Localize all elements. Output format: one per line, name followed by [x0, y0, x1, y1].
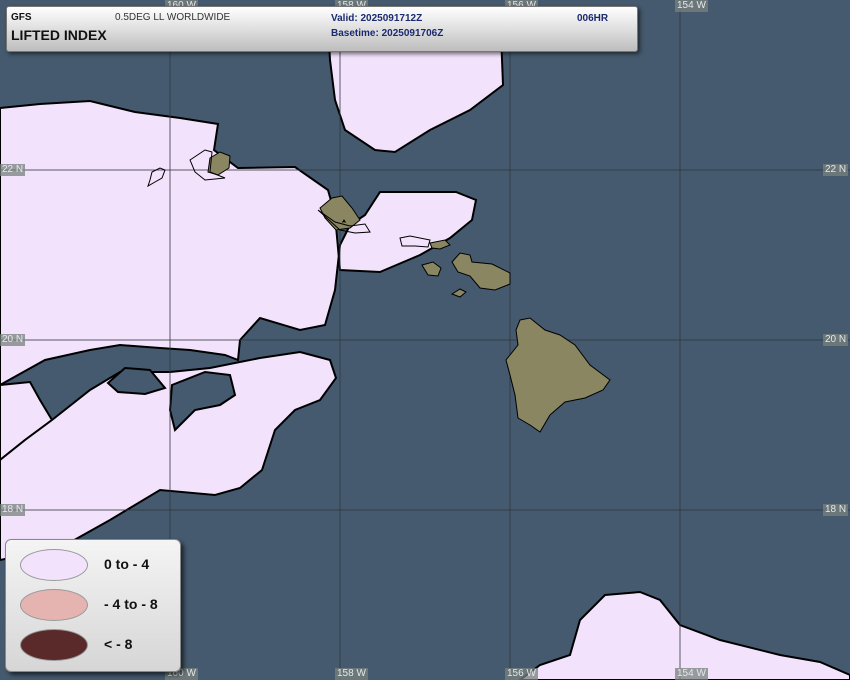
lat-label-22n-left: 22 N [0, 164, 26, 176]
lat-label-18n-left: 18 N [0, 504, 26, 516]
lat-label-22n-right: 22 N [823, 164, 849, 176]
product-title: LIFTED INDEX [11, 27, 107, 43]
legend-item-0-to-minus4: 0 to - 4 [20, 549, 180, 581]
li-region-south-lobe [0, 350, 338, 562]
legend-swatch-minus4-to-minus8 [20, 589, 88, 621]
legend-label-minus4-to-minus8: - 4 to - 8 [104, 596, 158, 612]
forecast-hour: 006HR [577, 13, 609, 24]
model-name: GFS [11, 12, 32, 23]
lat-label-18n-right: 18 N [823, 504, 849, 516]
li-region-southeast [518, 590, 850, 680]
island-hawaii [505, 317, 611, 433]
base-time: Basetime: 2025091706Z [331, 28, 444, 39]
map-header-panel: GFS 0.5DEG LL WORLDWIDE LIFTED INDEX Val… [6, 6, 638, 52]
lon-label-158w-bottom: 158 W [335, 668, 368, 680]
valid-time: Valid: 2025091712Z [331, 13, 423, 24]
legend-item-below-minus8: < - 8 [20, 629, 180, 661]
legend-label-below-minus8: < - 8 [104, 636, 133, 652]
lon-label-156w-bottom: 156 W [505, 668, 538, 680]
legend-swatch-0-to-minus4 [20, 549, 88, 581]
island-lanai [421, 261, 442, 277]
grid-resolution: 0.5DEG LL WORLDWIDE [115, 12, 231, 23]
lat-label-20n-left: 20 N [0, 334, 26, 346]
lon-label-154w-top: 154 W [675, 0, 708, 12]
legend-item-minus4-to-minus8: - 4 to - 8 [20, 589, 180, 621]
island-maui [451, 252, 511, 291]
legend-label-0-to-minus4: 0 to - 4 [104, 556, 150, 572]
island-kahoolawe [450, 288, 467, 298]
legend-swatch-below-minus8 [20, 629, 88, 661]
lat-label-20n-right: 20 N [823, 334, 849, 346]
lon-label-154w-bottom: 154 W [675, 668, 708, 680]
legend-panel: 0 to - 4 - 4 to - 8 < - 8 [5, 539, 181, 672]
